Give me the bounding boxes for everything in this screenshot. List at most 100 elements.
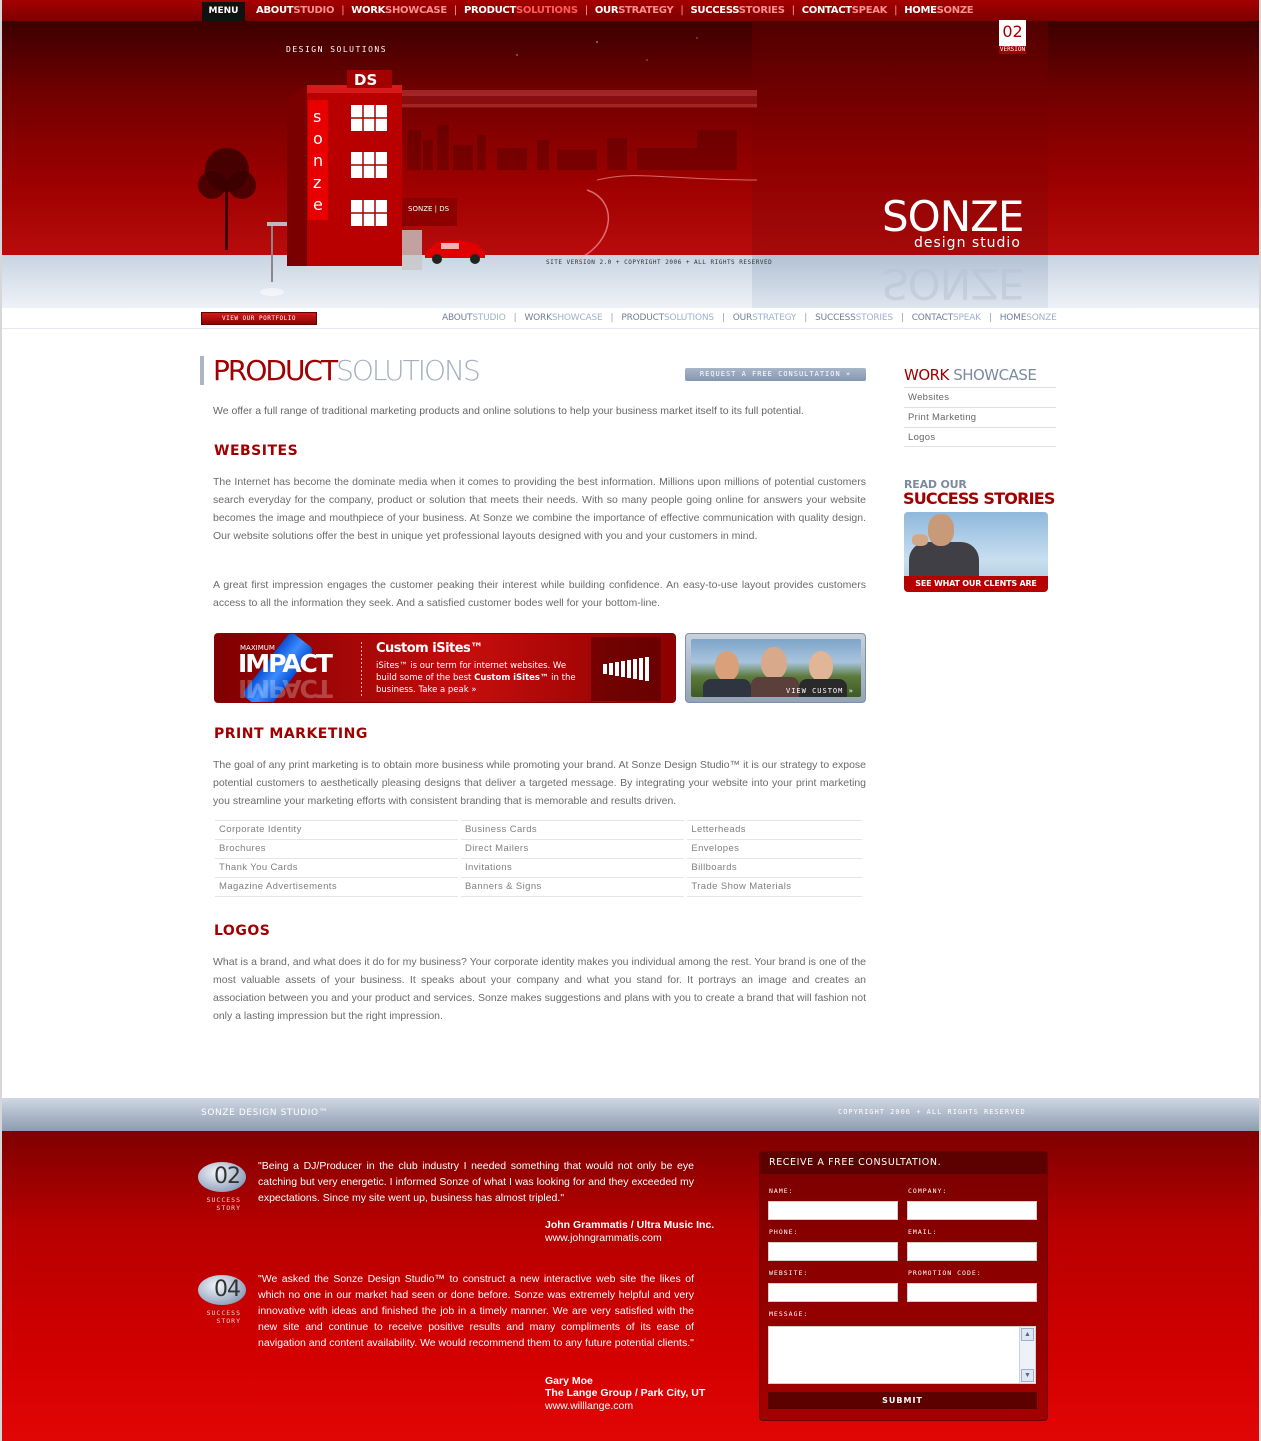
page-title: PRODUCTSOLUTIONS xyxy=(200,354,481,387)
success-stories-banner[interactable]: SEE WHAT OUR CLENTS ARE SAYING xyxy=(904,512,1048,592)
car-graphic xyxy=(425,240,485,264)
testimonial-url-2[interactable]: www.willlange.com xyxy=(545,1400,633,1412)
face-1 xyxy=(715,651,739,681)
top-nav-separator: | xyxy=(791,5,795,16)
top-nav-success-b: STORIES xyxy=(738,5,785,16)
top-nav-work[interactable]: WORKSHOWCASE xyxy=(351,4,447,17)
top-nav-home[interactable]: HOMESONZE xyxy=(904,4,973,17)
table-cell: Trade Show Materials xyxy=(685,877,865,897)
showcase-links: Websites Print Marketing Logos xyxy=(904,387,1056,447)
table-row: Brochures Direct Mailers Envelopes xyxy=(215,839,865,859)
building-letter-1: s xyxy=(313,107,321,126)
intro-text: We offer a full range of traditional mar… xyxy=(213,405,804,417)
building-ds: DS xyxy=(354,71,377,89)
page: MENU ABOUTSTUDIO | WORKSHOWCASE | PRODUC… xyxy=(0,0,1261,1441)
sub-nav-success[interactable]: SUCCESSSTORIES xyxy=(815,312,893,324)
message-textarea[interactable]: ▲ ▼ xyxy=(768,1326,1036,1384)
sub-nav-work[interactable]: WORKSHOWCASE xyxy=(524,312,602,324)
view-custom-banner[interactable]: VIEW CUSTOM » xyxy=(685,633,866,703)
table-row: Magazine Advertisements Banners & Signs … xyxy=(215,877,865,897)
menu-label: MENU xyxy=(202,2,245,21)
testimonial-author-2-name: Gary Moe xyxy=(545,1375,593,1387)
showcase-link-logos[interactable]: Logos xyxy=(904,427,1056,447)
version-word: VERSION xyxy=(999,46,1026,53)
company-input[interactable] xyxy=(907,1201,1037,1220)
top-nav-separator: | xyxy=(894,5,898,16)
sub-nav-contact[interactable]: CONTACTSPEAK xyxy=(912,312,981,324)
sub-nav-product-b: SOLUTIONS xyxy=(664,313,714,323)
logos-paragraph: What is a brand, and what does it do for… xyxy=(213,956,866,1022)
table-cell: Banners & Signs xyxy=(459,877,688,897)
sub-nav-strategy[interactable]: OURSTRATEGY xyxy=(733,312,797,324)
sub-nav-home[interactable]: HOMESONZE xyxy=(1000,312,1057,324)
promotion-code-label: PROMOTION CODE: xyxy=(908,1269,982,1277)
success-stories-heading: SUCCESS STORIES xyxy=(903,489,1055,508)
top-nav-contact[interactable]: CONTACTSPEAK xyxy=(802,4,888,17)
top-nav-about-b: STUDIO xyxy=(293,5,335,16)
view-portfolio-button[interactable]: VIEW OUR PORTFOLIO xyxy=(201,312,317,325)
sub-nav-product-a: PRODUCT xyxy=(621,313,665,323)
work-showcase-heading: WORK SHOWCASE xyxy=(904,366,1037,384)
table-cell: Business Cards xyxy=(459,820,688,840)
consultation-form: RECEIVE A FREE CONSULTATION. NAME: COMPA… xyxy=(759,1151,1048,1421)
top-nav: ABOUTSTUDIO | WORKSHOWCASE | PRODUCTSOLU… xyxy=(256,4,974,17)
top-nav-success[interactable]: SUCCESSSTORIES xyxy=(690,4,784,17)
testimonial-quote-1: "Being a DJ/Producer in the club industr… xyxy=(258,1160,694,1204)
showcase-link-websites[interactable]: Websites xyxy=(904,387,1056,407)
top-nav-product[interactable]: PRODUCTSOLUTIONS xyxy=(464,4,578,17)
custom-isites-banner[interactable]: MAXIMUM IMPACT IMPACT Custom iSites™ iSi… xyxy=(214,633,676,703)
road-curve xyxy=(576,189,610,261)
impact-divider xyxy=(361,642,362,696)
testimonial-url-1[interactable]: www.johngrammatis.com xyxy=(545,1232,662,1244)
email-label: EMAIL: xyxy=(908,1228,938,1236)
name-input[interactable] xyxy=(768,1201,898,1220)
websites-paragraph-2: A great first impression engages the cus… xyxy=(213,579,866,609)
print-marketing-heading: PRINT MARKETING xyxy=(214,726,368,742)
table-cell: Letterheads xyxy=(685,820,865,840)
isites-title: Custom iSites™ xyxy=(376,641,483,656)
phone-input[interactable] xyxy=(768,1242,898,1261)
page-title-b: SOLUTIONS xyxy=(336,354,481,387)
building-letter-5: e xyxy=(313,195,323,214)
testimonial-author-1: John Grammatis / Ultra Music Inc. xyxy=(545,1219,715,1231)
sub-nav-about[interactable]: ABOUTSTUDIO xyxy=(442,312,506,324)
table-cell: Corporate Identity xyxy=(215,820,461,840)
website-input[interactable] xyxy=(768,1283,898,1302)
success-story-label: SUCCESS STORY xyxy=(206,1196,241,1212)
message-label: MESSAGE: xyxy=(769,1310,809,1318)
sub-nav-separator: | xyxy=(721,313,725,323)
table-cell: Direct Mailers xyxy=(459,839,688,859)
websites-heading: WEBSITES xyxy=(214,443,299,459)
submit-button[interactable]: SUBMIT xyxy=(768,1392,1037,1409)
scroll-down-icon[interactable]: ▼ xyxy=(1021,1369,1034,1382)
print-products-table: Corporate Identity Business Cards Letter… xyxy=(215,820,865,897)
sub-nav-contact-b: SPEAK xyxy=(953,313,981,323)
sub-nav-strategy-b: STRATEGY xyxy=(752,313,797,323)
top-nav-home-b: SONZE xyxy=(936,5,974,16)
table-row: Corporate Identity Business Cards Letter… xyxy=(215,820,865,840)
top-nav-separator: | xyxy=(680,5,684,16)
nav-divider xyxy=(2,328,1259,329)
request-consultation-button[interactable]: REQUEST A FREE CONSULTATION » xyxy=(685,368,866,381)
email-input[interactable] xyxy=(907,1242,1037,1261)
isites-desc-bold: Custom iSites™ xyxy=(474,673,549,683)
building-letter-2: o xyxy=(313,129,323,148)
message-scrollbar[interactable]: ▲ ▼ xyxy=(1019,1327,1035,1383)
version-badge: 02 VERSION xyxy=(999,20,1026,54)
top-nav-bar: MENU ABOUTSTUDIO | WORKSHOWCASE | PRODUC… xyxy=(2,0,1259,21)
brand-reflection: SONZE xyxy=(882,259,1024,308)
sub-nav: ABOUTSTUDIO | WORKSHOWCASE | PRODUCTSOLU… xyxy=(442,312,1057,324)
sub-nav-separator: | xyxy=(988,313,992,323)
sub-nav-separator: | xyxy=(610,313,614,323)
scroll-up-icon[interactable]: ▲ xyxy=(1021,1328,1034,1341)
sub-nav-product[interactable]: PRODUCTSOLUTIONS xyxy=(621,312,714,324)
top-nav-about[interactable]: ABOUTSTUDIO xyxy=(256,4,334,17)
man-hand xyxy=(912,534,928,546)
top-nav-strategy[interactable]: OURSTRATEGY xyxy=(595,4,674,17)
name-label: NAME: xyxy=(769,1187,794,1195)
promotion-code-input[interactable] xyxy=(907,1283,1037,1302)
top-nav-separator: | xyxy=(584,5,588,16)
showcase-link-print-marketing[interactable]: Print Marketing xyxy=(904,407,1056,427)
success-story-number: 04 xyxy=(214,1277,241,1302)
face-2 xyxy=(761,647,787,679)
